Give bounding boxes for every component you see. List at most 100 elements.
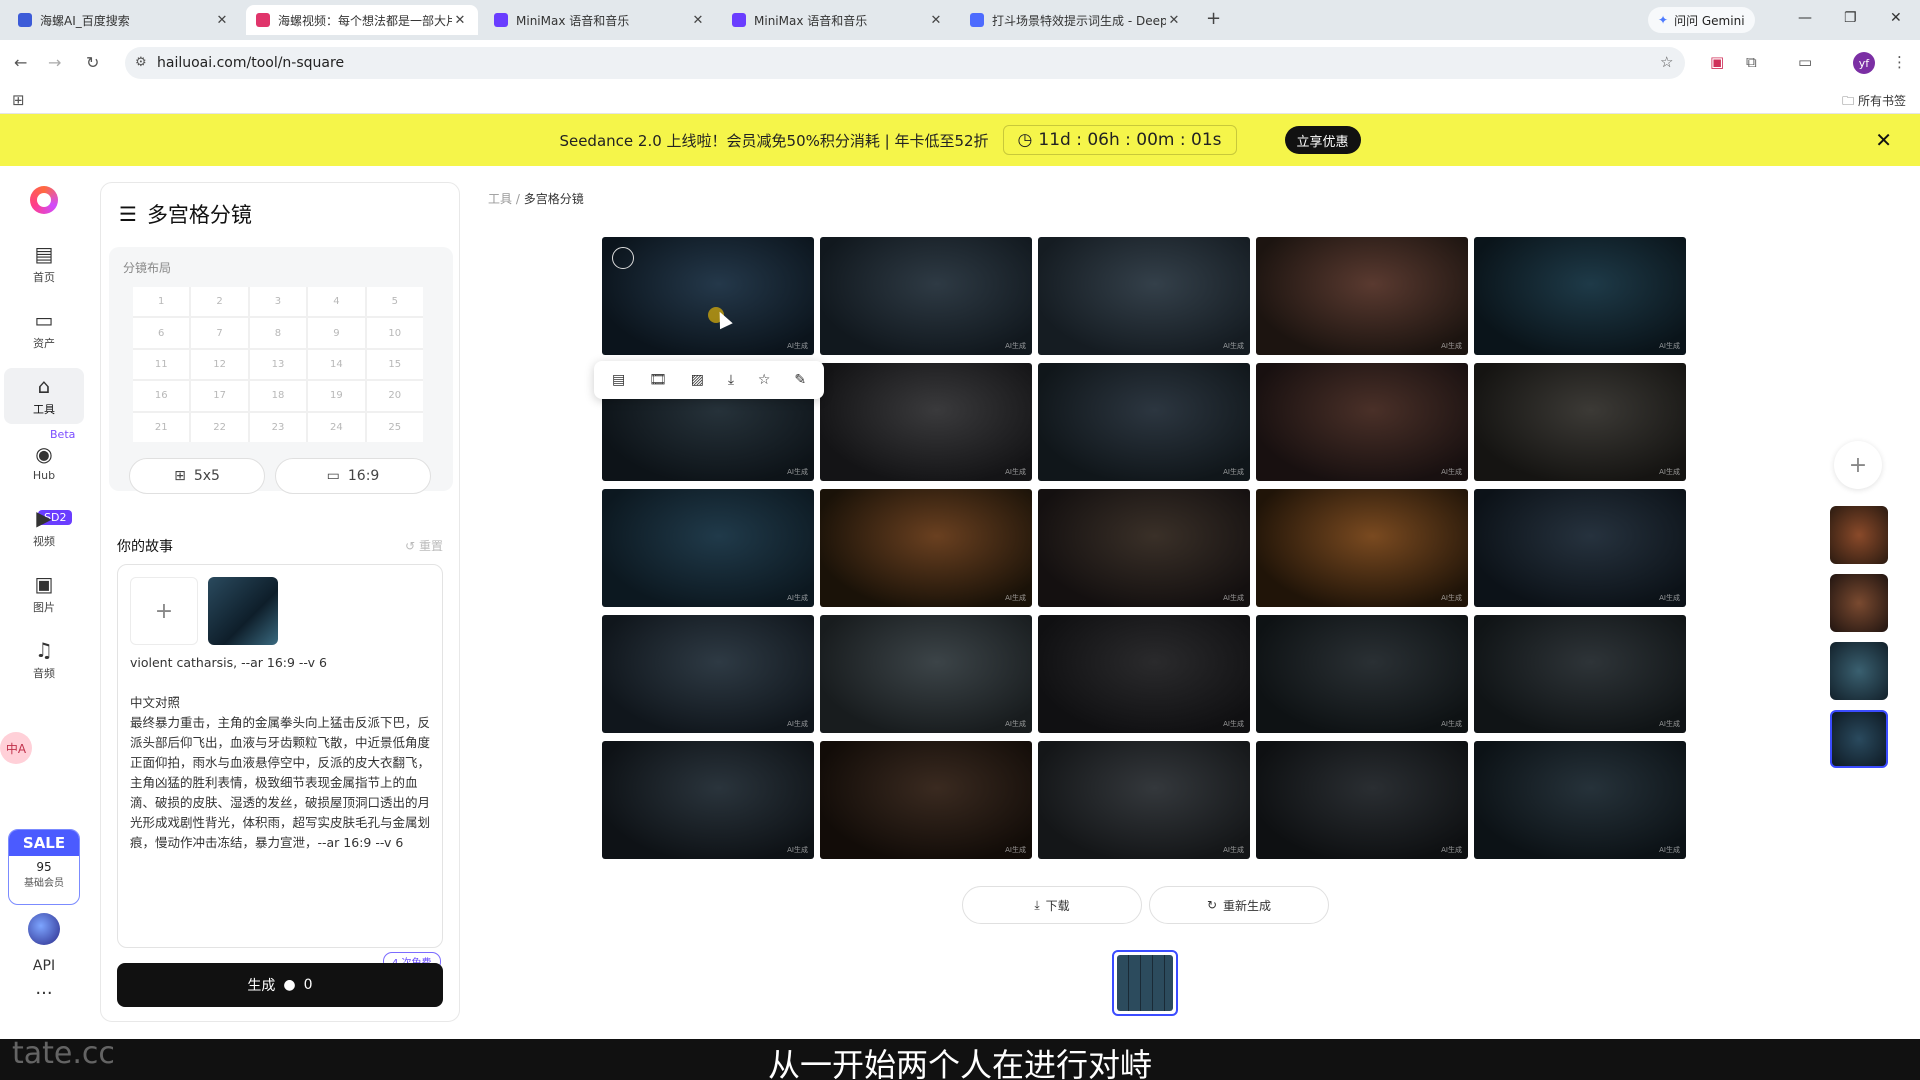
more-icon[interactable]: ··· <box>0 983 88 1004</box>
ask-gemini-button[interactable]: ✦ 问问 Gemini <box>1648 7 1755 33</box>
storyboard-frame[interactable]: AI生成 <box>1256 741 1468 859</box>
storyboard-frame[interactable]: AI生成 <box>820 615 1032 733</box>
sale-card[interactable]: SALE 95 基础会员 <box>8 829 80 905</box>
star-icon[interactable]: ☆ <box>758 372 771 388</box>
tab-close-icon[interactable]: ✕ <box>452 13 468 28</box>
browser-tab-2[interactable]: MiniMax 语音和音乐 ✕ <box>484 5 716 35</box>
promo-claim-button[interactable]: 立享优惠 <box>1284 126 1361 154</box>
browser-tab-4[interactable]: 打斗场景特效提示词生成 - DeepSeek ✕ <box>960 5 1192 35</box>
grid-cell[interactable]: 20 <box>366 381 423 411</box>
grid-cell[interactable]: 8 <box>249 318 307 348</box>
storyboard-frame[interactable]: AI生成 <box>1474 615 1686 733</box>
grid-cell[interactable]: 14 <box>308 349 365 380</box>
new-tab-button[interactable]: + <box>1206 8 1221 29</box>
grid-cell[interactable]: 15 <box>366 349 423 380</box>
translate-ext-icon[interactable]: ▣ <box>1710 53 1724 71</box>
storyboard-frame[interactable]: AI生成 <box>1038 741 1250 859</box>
back-icon[interactable]: ← <box>14 53 27 72</box>
history-thumbnail[interactable] <box>1830 642 1888 700</box>
download-button[interactable]: ⤓ 下载 <box>962 886 1142 924</box>
grid-cell[interactable]: 10 <box>366 318 423 348</box>
storyboard-frame[interactable]: AI生成 <box>1256 237 1468 355</box>
magic-wand-icon[interactable]: ✎ <box>794 372 806 388</box>
bookmark-star-icon[interactable]: ☆ <box>1660 53 1673 71</box>
storyboard-frame[interactable]: AI生成 <box>1256 489 1468 607</box>
regenerate-button[interactable]: ↻ 重新生成 <box>1149 886 1329 924</box>
grid-cell[interactable]: 2 <box>191 287 248 317</box>
grid-cell[interactable]: 24 <box>308 412 365 442</box>
storyboard-frame[interactable]: AI生成 <box>1038 489 1250 607</box>
storyboard-frame[interactable]: AI生成 <box>820 363 1032 481</box>
storyboard-frame[interactable]: AI生成 <box>1256 363 1468 481</box>
result-thumbnail[interactable] <box>1112 950 1178 1016</box>
browser-tab-3[interactable]: MiniMax 语音和音乐 ✕ <box>722 5 954 35</box>
profile-avatar[interactable]: yf <box>1853 52 1875 74</box>
grid-cell[interactable]: 12 <box>191 349 248 380</box>
grid-cell[interactable]: 9 <box>308 318 365 348</box>
storyboard-frame[interactable]: AI生成 <box>1038 237 1250 355</box>
story-textarea[interactable]: + violent catharsis, --ar 16:9 --v 6 中文对… <box>117 564 443 948</box>
history-thumbnail[interactable] <box>1830 506 1888 564</box>
translate-fab-button[interactable]: 中A <box>0 732 32 764</box>
grid-cell[interactable]: 21 <box>133 412 190 442</box>
storyboard-frame[interactable]: AI生成 <box>820 741 1032 859</box>
tab-close-icon[interactable]: ✕ <box>928 13 944 28</box>
grid-cell[interactable]: 23 <box>249 412 307 442</box>
side-panel-icon[interactable]: ▭ <box>1798 53 1812 71</box>
rail-item-tools[interactable]: ⌂ 工具 <box>4 368 84 424</box>
storyboard-frame[interactable]: AI生成 <box>1256 615 1468 733</box>
rail-item-hub[interactable]: ◉ Hub <box>4 434 84 490</box>
minimize-icon[interactable]: — <box>1798 10 1812 26</box>
tab-close-icon[interactable]: ✕ <box>690 13 706 28</box>
story-reset-button[interactable]: ↺ 重置 <box>405 537 443 554</box>
site-info-icon[interactable]: ⚙ <box>135 55 147 70</box>
select-checkbox[interactable] <box>612 247 634 269</box>
add-history-button[interactable]: + <box>1834 441 1882 489</box>
grid-cell[interactable]: 7 <box>191 318 248 348</box>
image-edit-icon[interactable]: ▨ <box>691 372 704 388</box>
storyboard-frame[interactable]: AI生成 <box>602 489 814 607</box>
grid-cell[interactable]: 16 <box>133 381 190 411</box>
grid-cell[interactable]: 1 <box>133 287 190 317</box>
apps-grid-icon[interactable]: ⊞ <box>12 91 25 109</box>
grid-cell[interactable]: 17 <box>191 381 248 411</box>
storyboard-frame[interactable]: AI生成 <box>1038 363 1250 481</box>
reload-icon[interactable]: ↻ <box>86 53 99 72</box>
forward-icon[interactable]: → <box>48 53 61 72</box>
menu-dots-icon[interactable]: ⋮ <box>1892 53 1907 71</box>
grid-cell[interactable]: 11 <box>133 349 190 380</box>
grid-cell[interactable]: 4 <box>308 287 365 317</box>
storyboard-frame[interactable]: AI生成 <box>820 489 1032 607</box>
tab-close-icon[interactable]: ✕ <box>214 13 230 28</box>
storyboard-frame[interactable]: AI生成 <box>1474 489 1686 607</box>
url-input[interactable]: hailuoai.com/tool/n-square <box>125 47 1685 79</box>
grid-cell[interactable]: 25 <box>366 412 423 442</box>
all-bookmarks[interactable]: 🗀 所有书签 <box>1842 92 1906 113</box>
grid-cell[interactable]: 3 <box>249 287 307 317</box>
generate-button[interactable]: 生成 ● 0 <box>117 963 443 1007</box>
restore-icon[interactable]: ❐ <box>1844 10 1857 26</box>
reference-image[interactable] <box>208 577 278 645</box>
storyboard-frame[interactable]: AI生成 <box>1474 237 1686 355</box>
storyboard-frame[interactable]: AI生成 <box>602 615 814 733</box>
storyboard-frame[interactable]: AI生成 <box>1474 363 1686 481</box>
grid-layout-selector[interactable]: 1 2 3 4 5 6 7 8 9 10 11 12 13 14 15 16 17 18 19 20 21 22 23 24 2… <box>133 287 423 442</box>
storyboard-frame[interactable]: AI生成 <box>1038 615 1250 733</box>
grid-cell[interactable]: 19 <box>308 381 365 411</box>
browser-tab-1[interactable]: 海螺视频：每个想法都是一部大片 ✕ <box>246 5 478 35</box>
grid-cell[interactable]: 5 <box>366 287 423 317</box>
extensions-icon[interactable]: ⧉ <box>1746 53 1757 71</box>
aspect-ratio-button[interactable]: ▭ 16:9 <box>275 458 431 494</box>
storyboard-frame[interactable]: AI生成 <box>820 237 1032 355</box>
promo-close-icon[interactable]: ✕ <box>1875 128 1892 152</box>
api-avatar[interactable] <box>28 913 60 945</box>
grid-cell[interactable]: 18 <box>249 381 307 411</box>
tab-close-icon[interactable]: ✕ <box>1166 13 1182 28</box>
history-thumbnail[interactable] <box>1830 574 1888 632</box>
close-window-icon[interactable]: ✕ <box>1890 10 1902 26</box>
hailuo-logo[interactable] <box>30 186 58 214</box>
rail-item-video[interactable]: ▶ 视频 <box>4 500 84 556</box>
rail-item-audio[interactable]: ♫ 音频 <box>4 632 84 688</box>
storyboard-frame[interactable]: AI生成 <box>602 237 814 355</box>
film-icon[interactable]: 🎞 <box>649 372 667 388</box>
